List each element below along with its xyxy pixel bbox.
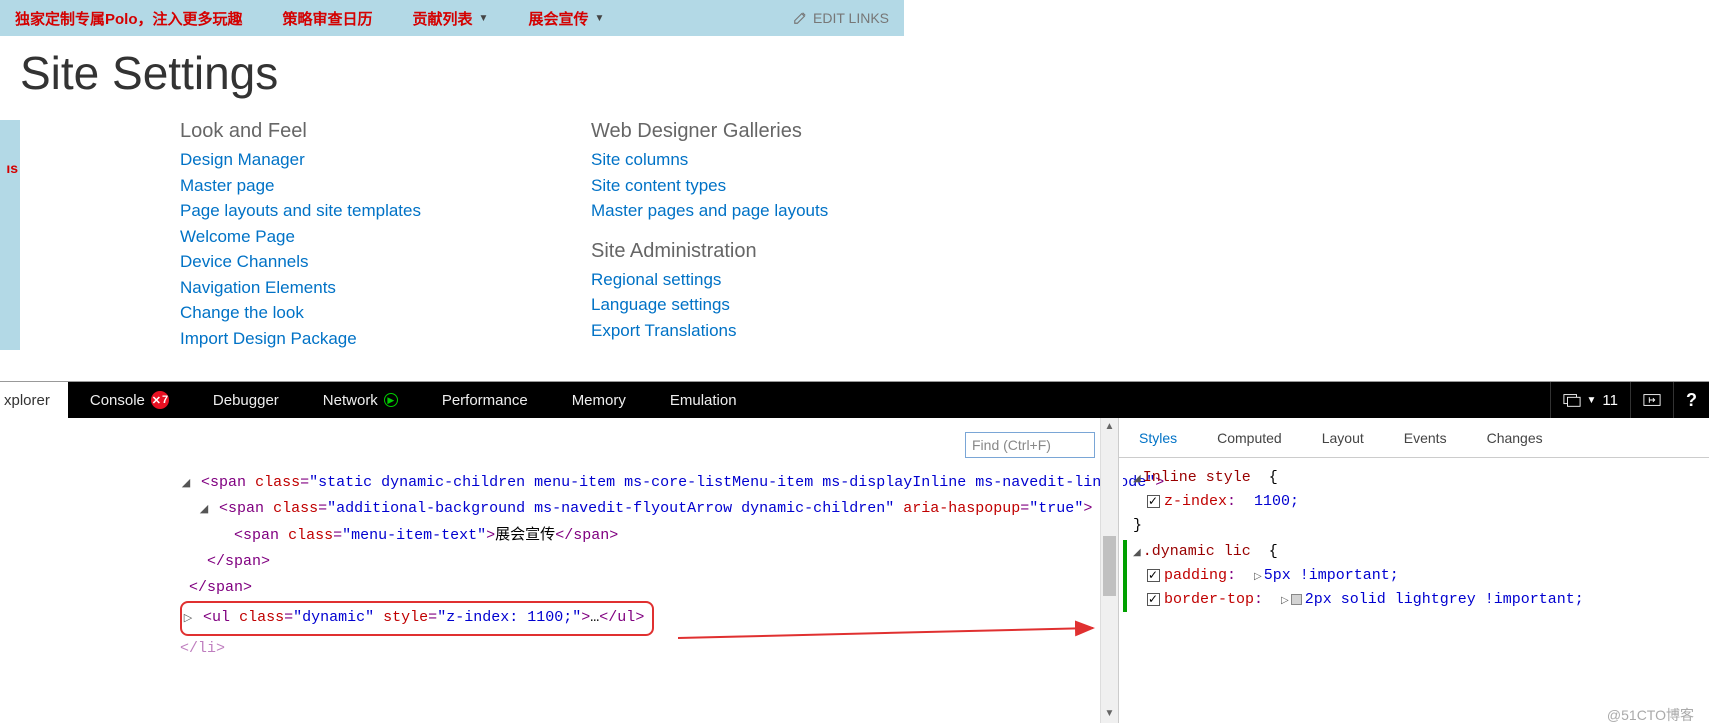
- dom-node[interactable]: </span>: [180, 549, 1070, 575]
- section-heading: Look and Feel: [180, 120, 421, 143]
- nav-promo[interactable]: 独家定制专属Polo，注入更多玩趣: [15, 8, 243, 29]
- nav-item-label: 贡献列表: [413, 8, 473, 29]
- tab-memory[interactable]: Memory: [550, 382, 648, 418]
- styles-panel: Styles Computed Layout Events Changes ◢I…: [1118, 418, 1709, 723]
- link-master-pages-layouts[interactable]: Master pages and page layouts: [591, 198, 828, 224]
- link-navigation-elements[interactable]: Navigation Elements: [180, 275, 421, 301]
- watermark: @51CTO博客: [1607, 705, 1694, 725]
- tab-events[interactable]: Events: [1384, 418, 1467, 458]
- link-master-page[interactable]: Master page: [180, 173, 421, 199]
- link-design-manager[interactable]: Design Manager: [180, 147, 421, 173]
- web-designer-section: Web Designer Galleries Site columns Site…: [591, 120, 828, 224]
- expand-icon[interactable]: [182, 610, 194, 629]
- left-nav-fragment: ıs: [0, 120, 20, 350]
- dom-node[interactable]: </span>: [180, 575, 1070, 601]
- checkbox-icon[interactable]: [1147, 495, 1160, 508]
- dom-node[interactable]: <span class="static dynamic-children men…: [180, 470, 1070, 496]
- css-rule-inline[interactable]: ◢Inline style { z-index: 1100; }: [1123, 466, 1699, 538]
- edit-links-label: EDIT LINKS: [813, 10, 889, 26]
- link-change-the-look[interactable]: Change the look: [180, 300, 421, 326]
- expand-icon[interactable]: [180, 475, 192, 494]
- css-property[interactable]: z-index: 1100;: [1133, 490, 1699, 514]
- color-swatch-icon[interactable]: [1291, 594, 1302, 605]
- look-and-feel-section: Look and Feel Design Manager Master page…: [180, 120, 421, 351]
- edit-links-button[interactable]: EDIT LINKS: [793, 10, 889, 26]
- tab-debugger[interactable]: Debugger: [191, 382, 301, 418]
- collapse-icon[interactable]: ◢: [1133, 472, 1141, 488]
- tab-label: Console: [90, 392, 145, 409]
- devtools-panel: xplorer Console ✕7 Debugger Network ▶ Pe…: [0, 381, 1709, 723]
- pencil-icon: [793, 11, 807, 25]
- tab-label: Network: [323, 392, 378, 409]
- link-regional-settings[interactable]: Regional settings: [591, 267, 828, 293]
- link-import-design-package[interactable]: Import Design Package: [180, 326, 421, 352]
- scroll-thumb[interactable]: [1103, 536, 1116, 596]
- help-button[interactable]: ?: [1673, 382, 1709, 418]
- nav-item-label: 展会宣传: [528, 8, 588, 29]
- styles-tabbar: Styles Computed Layout Events Changes: [1119, 418, 1709, 458]
- dom-tree-panel: Find (Ctrl+F) <span class="static dynami…: [0, 418, 1100, 723]
- top-nav: 独家定制专属Polo，注入更多玩趣 策略审查日历 贡献列表 ▼ 展会宣传 ▼ E…: [0, 0, 904, 36]
- nav-item-label: 策略审查日历: [283, 8, 373, 29]
- link-welcome-page[interactable]: Welcome Page: [180, 224, 421, 250]
- dom-node[interactable]: <span class="menu-item-text">展会宣传</span>: [180, 523, 1070, 549]
- tab-styles[interactable]: Styles: [1119, 418, 1197, 458]
- tab-performance[interactable]: Performance: [420, 382, 550, 418]
- tab-changes[interactable]: Changes: [1467, 418, 1563, 458]
- tab-console[interactable]: Console ✕7: [68, 382, 191, 418]
- nav-item-exhibit[interactable]: 展会宣传 ▼: [528, 8, 604, 29]
- annotation-arrow: [678, 608, 1108, 668]
- link-site-content-types[interactable]: Site content types: [591, 173, 828, 199]
- help-icon: ?: [1686, 390, 1697, 411]
- nav-item-calendar[interactable]: 策略审查日历: [283, 8, 373, 29]
- find-input[interactable]: Find (Ctrl+F): [965, 432, 1095, 458]
- scroll-up-button[interactable]: ▲: [1101, 418, 1118, 436]
- section-heading: Site Administration: [591, 240, 828, 263]
- css-property[interactable]: border-top: ▷2px solid lightgrey !import…: [1133, 588, 1699, 612]
- chevron-down-icon: ▼: [594, 13, 604, 24]
- link-device-channels[interactable]: Device Channels: [180, 249, 421, 275]
- play-icon: ▶: [384, 393, 398, 407]
- page-title: Site Settings: [20, 46, 1709, 100]
- collapse-icon[interactable]: ◢: [1133, 546, 1141, 562]
- site-admin-section: Site Administration Regional settings La…: [591, 240, 828, 344]
- error-count-badge: ✕7: [151, 391, 169, 409]
- tab-dom-explorer[interactable]: xplorer: [0, 382, 68, 418]
- expand-icon[interactable]: [198, 501, 210, 520]
- link-page-layouts[interactable]: Page layouts and site templates: [180, 198, 421, 224]
- step-button[interactable]: [1630, 382, 1673, 418]
- tab-computed[interactable]: Computed: [1197, 418, 1302, 458]
- tab-emulation[interactable]: Emulation: [648, 382, 759, 418]
- tab-network[interactable]: Network ▶: [301, 382, 420, 418]
- link-export-translations[interactable]: Export Translations: [591, 318, 828, 344]
- changes-indicator[interactable]: ▼ 11: [1550, 382, 1630, 418]
- scroll-down-button[interactable]: ▼: [1101, 705, 1118, 723]
- checkbox-icon[interactable]: [1147, 569, 1160, 582]
- devtools-tabbar: xplorer Console ✕7 Debugger Network ▶ Pe…: [0, 382, 1709, 418]
- css-rule-dynamic[interactable]: ◢.dynamic lic { padding: ▷5px !important…: [1123, 540, 1699, 612]
- css-property[interactable]: padding: ▷5px !important;: [1133, 564, 1699, 588]
- step-icon: [1643, 393, 1661, 407]
- nav-item-contrib[interactable]: 贡献列表 ▼: [413, 8, 489, 29]
- link-site-columns[interactable]: Site columns: [591, 147, 828, 173]
- chevron-down-icon: ▼: [479, 13, 489, 24]
- checkbox-icon[interactable]: [1147, 593, 1160, 606]
- dom-node[interactable]: <span class="additional-background ms-na…: [180, 496, 1070, 522]
- change-count: 11: [1602, 392, 1618, 409]
- section-heading: Web Designer Galleries: [591, 120, 828, 143]
- monitor-icon: [1563, 393, 1581, 407]
- scrollbar[interactable]: ▲ ▼: [1100, 418, 1118, 723]
- tab-layout[interactable]: Layout: [1302, 418, 1384, 458]
- link-language-settings[interactable]: Language settings: [591, 292, 828, 318]
